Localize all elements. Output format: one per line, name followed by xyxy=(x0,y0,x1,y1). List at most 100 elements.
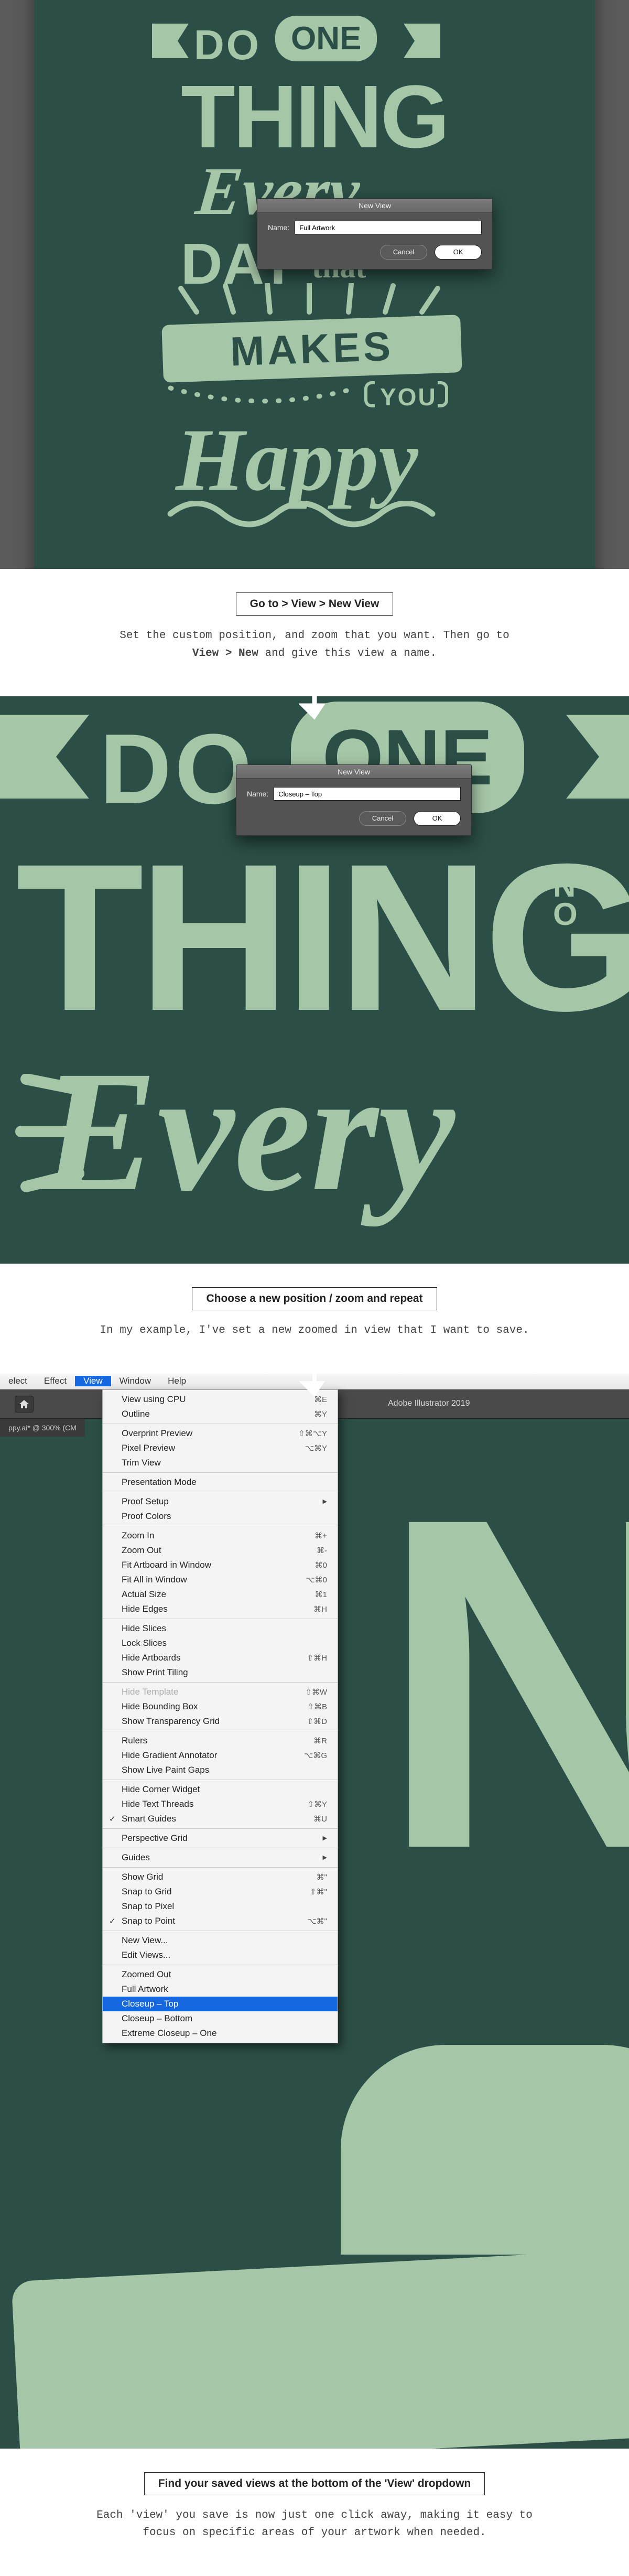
menu-item[interactable]: Full Artwork xyxy=(103,1982,338,1997)
art-you: YOU xyxy=(380,383,437,411)
view-name-input[interactable] xyxy=(295,221,482,234)
new-view-dialog-2: New View Name: Cancel OK xyxy=(236,764,472,836)
menu-item[interactable]: Show Print Tiling xyxy=(103,1665,338,1680)
arrow-down-icon xyxy=(299,672,330,720)
caption-3-title: Find your saved views at the bottom of t… xyxy=(144,2472,485,2495)
menu-select[interactable]: elect xyxy=(0,1376,36,1386)
menu-item-label: Rulers xyxy=(122,1736,147,1746)
art-one: ONE xyxy=(275,16,377,61)
menu-item[interactable]: ✓Smart Guides⌘U xyxy=(103,1812,338,1826)
menu-effect[interactable]: Effect xyxy=(36,1376,75,1386)
checkmark-icon: ✓ xyxy=(109,1916,116,1926)
menu-item[interactable]: Zoom In⌘+ xyxy=(103,1528,338,1543)
ribbon-left-2 xyxy=(0,715,89,799)
menu-item-label: Overprint Preview xyxy=(122,1428,192,1439)
menu-shortcut: ⇧⌘Y xyxy=(307,1799,327,1809)
menu-item[interactable]: Perspective Grid▶ xyxy=(103,1831,338,1846)
home-button[interactable] xyxy=(15,1396,34,1413)
menu-item[interactable]: Proof Setup▶ xyxy=(103,1494,338,1509)
menu-view[interactable]: View xyxy=(75,1376,111,1386)
menu-shortcut: ⌘H xyxy=(313,1604,327,1614)
menu-item[interactable]: Actual Size⌘1 xyxy=(103,1587,338,1602)
menu-item[interactable]: Hide Corner Widget xyxy=(103,1782,338,1797)
menu-item-label: Show Print Tiling xyxy=(122,1667,188,1678)
menu-item-label: Trim View xyxy=(122,1458,161,1468)
menu-shortcut: ⌘" xyxy=(317,1872,327,1882)
menu-item-label: Zoom Out xyxy=(122,1545,161,1556)
you-bracket-left xyxy=(364,381,375,407)
menu-item[interactable]: Hide Text Threads⇧⌘Y xyxy=(103,1797,338,1812)
menu-item-label: Edit Views... xyxy=(122,1950,170,1960)
menu-item[interactable]: Closeup – Bottom xyxy=(103,2011,338,2026)
menu-shortcut: ⌥⌘" xyxy=(307,1916,327,1926)
menu-item[interactable]: Proof Colors xyxy=(103,1509,338,1524)
menu-item-label: Hide Bounding Box xyxy=(122,1701,198,1712)
menu-window[interactable]: Window xyxy=(111,1376,159,1386)
menu-item[interactable]: Lock Slices xyxy=(103,1636,338,1651)
menu-item[interactable]: Fit Artboard in Window⌘0 xyxy=(103,1558,338,1572)
menu-item[interactable]: Extreme Closeup – One xyxy=(103,2026,338,2041)
menu-item-label: Smart Guides xyxy=(122,1814,176,1824)
view-dropdown: View using CPU⌘EOutline⌘YOverprint Previ… xyxy=(102,1389,338,2043)
menu-item-label: New View... xyxy=(122,1935,168,1946)
menu-item[interactable]: Hide Artboards⇧⌘H xyxy=(103,1651,338,1665)
menu-item[interactable]: ✓Snap to Point⌥⌘" xyxy=(103,1914,338,1928)
menu-item[interactable]: Show Grid ⌘" xyxy=(103,1870,338,1884)
menu-item[interactable]: Snap to Grid⇧⌘" xyxy=(103,1884,338,1899)
menu-item-label: View using CPU xyxy=(122,1394,186,1405)
cancel-button-2[interactable]: Cancel xyxy=(359,811,406,826)
submenu-arrow-icon: ▶ xyxy=(323,1854,327,1861)
menu-item[interactable]: Hide Slices xyxy=(103,1621,338,1636)
menu-item-label: Hide Corner Widget xyxy=(122,1784,200,1795)
menu-item-label: Pixel Preview xyxy=(122,1443,175,1453)
art-happy: Happy xyxy=(176,409,418,511)
menu-item-label: Show Grid xyxy=(122,1872,163,1882)
menu-item[interactable]: Hide Bounding Box⇧⌘B xyxy=(103,1699,338,1714)
menu-shortcut: ⌘- xyxy=(317,1546,327,1555)
menu-item[interactable]: Show Live Paint Gaps xyxy=(103,1763,338,1777)
menu-item[interactable]: Presentation Mode xyxy=(103,1475,338,1490)
menu-item-label: Hide Gradient Annotator xyxy=(122,1750,217,1761)
makes-banner: MAKES xyxy=(161,315,462,383)
menu-item-label: Actual Size xyxy=(122,1589,166,1600)
art2-every: Every xyxy=(42,1032,455,1231)
menu-shortcut: ⌘Y xyxy=(314,1409,327,1419)
menu-item[interactable]: Zoomed Out xyxy=(103,1967,338,1982)
menu-shortcut: ⌘0 xyxy=(315,1560,327,1570)
menu-item[interactable]: Overprint Preview⇧⌘⌥Y xyxy=(103,1426,338,1441)
menu-item[interactable]: Zoom Out ⌘- xyxy=(103,1543,338,1558)
menu-item[interactable]: Hide Gradient Annotator⌥⌘G xyxy=(103,1748,338,1763)
screenshot-3: N elect Effect View Window Help Adobe Il… xyxy=(0,1374,629,2449)
menu-item[interactable]: Pixel Preview ⌥⌘Y xyxy=(103,1441,338,1456)
menu-item[interactable]: Show Transparency Grid⇧⌘D xyxy=(103,1714,338,1729)
bg-letter-n: N xyxy=(377,1494,629,1872)
ok-button[interactable]: OK xyxy=(435,245,482,260)
document-tab[interactable]: ppy.ai* @ 300% (CM xyxy=(0,1419,85,1437)
menu-item[interactable]: Fit All in Window⌥⌘0 xyxy=(103,1572,338,1587)
menu-item-label: Zoomed Out xyxy=(122,1969,171,1980)
menu-item[interactable]: New View... xyxy=(103,1933,338,1948)
menu-item[interactable]: Closeup – Top xyxy=(103,1997,338,2011)
menu-item[interactable]: Edit Views... xyxy=(103,1948,338,1963)
cancel-button[interactable]: Cancel xyxy=(380,245,427,260)
menu-item[interactable]: Hide Edges⌘H xyxy=(103,1602,338,1616)
menu-shortcut: ⌥⌘Y xyxy=(305,1443,327,1453)
bg-shape-1 xyxy=(341,2045,629,2255)
ribbon-right-2 xyxy=(566,715,629,799)
menu-item-label: Lock Slices xyxy=(122,1638,167,1648)
ok-button-2[interactable]: OK xyxy=(414,811,461,826)
menu-item[interactable]: Guides▶ xyxy=(103,1850,338,1865)
rays-icon xyxy=(165,283,453,320)
menu-item[interactable]: Snap to Pixel xyxy=(103,1899,338,1914)
menu-item[interactable]: Trim View xyxy=(103,1456,338,1470)
dialog-title-2: New View xyxy=(236,765,471,779)
menu-shortcut: ⇧⌘" xyxy=(310,1887,327,1896)
menu-item-label: Hide Slices xyxy=(122,1623,166,1634)
menu-help[interactable]: Help xyxy=(159,1376,194,1386)
menu-item[interactable]: Rulers⌘R xyxy=(103,1733,338,1748)
art2-thing: THING xyxy=(16,817,629,1058)
menu-item[interactable]: Outline⌘Y xyxy=(103,1407,338,1421)
view-name-input-2[interactable] xyxy=(274,787,461,801)
ribbon-left xyxy=(152,24,189,58)
caption-3: Find your saved views at the bottom of t… xyxy=(0,2449,629,2576)
